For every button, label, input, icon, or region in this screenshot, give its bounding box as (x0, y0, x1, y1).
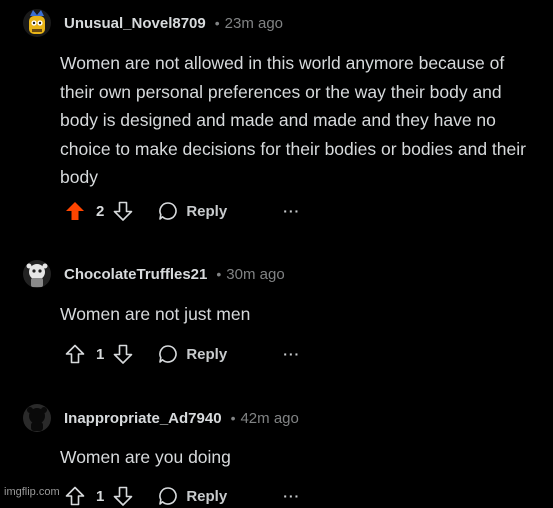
snoo-yellow-avatar-icon (23, 9, 51, 37)
reply-button[interactable]: Reply (158, 344, 227, 364)
vote-count: 1 (96, 487, 105, 505)
timestamp[interactable]: 42m ago (240, 410, 298, 427)
meta-separator: • (214, 15, 220, 31)
meta-separator: • (216, 266, 222, 282)
timestamp[interactable]: 30m ago (226, 266, 284, 283)
comment-body: Women are not allowed in this world anym… (60, 53, 526, 188)
reply-label: Reply (186, 345, 228, 363)
upvote-icon[interactable] (64, 200, 86, 222)
reply-label: Reply (186, 487, 228, 505)
comment-bubble-icon (159, 202, 178, 220)
comment-bubble-icon (159, 487, 178, 505)
downvote-icon[interactable] (112, 200, 134, 222)
more-options-button[interactable]: ··· (283, 203, 300, 219)
comment-body: Women are you doing (60, 447, 231, 467)
comment-header: Inappropriate_Ad7940 • 42m ago (22, 403, 299, 433)
more-options-button[interactable]: ··· (283, 346, 300, 362)
comment-actions: 1 Reply ··· (64, 342, 300, 366)
username[interactable]: ChocolateTruffles21 (64, 266, 207, 283)
vote-count: 2 (96, 202, 105, 220)
timestamp[interactable]: 23m ago (225, 15, 283, 32)
downvote-icon[interactable] (112, 343, 134, 365)
comment-body: Women are not just men (60, 304, 251, 324)
reply-label: Reply (186, 202, 228, 220)
reply-button[interactable]: Reply (158, 486, 227, 506)
user-avatar[interactable] (22, 8, 52, 38)
more-options-button[interactable]: ··· (283, 488, 300, 504)
upvote-icon[interactable] (64, 343, 86, 365)
user-avatar[interactable] (22, 259, 52, 289)
comment-actions: 2 Reply ··· (64, 199, 300, 223)
reply-button[interactable]: Reply (158, 201, 227, 221)
comment-header: ChocolateTruffles21 • 30m ago (22, 259, 285, 289)
upvote-icon[interactable] (64, 485, 86, 507)
downvote-icon[interactable] (112, 485, 134, 507)
comment-actions: 1 Reply ··· (64, 484, 300, 508)
username[interactable]: Inappropriate_Ad7940 (64, 410, 222, 427)
username[interactable]: Unusual_Novel8709 (64, 15, 206, 32)
snoo-gray-avatar-icon (23, 260, 51, 288)
imgflip-watermark: imgflip.com (4, 486, 60, 498)
user-avatar[interactable] (22, 403, 52, 433)
snoo-black-avatar-icon (23, 404, 51, 432)
comment-bubble-icon (159, 345, 178, 363)
meta-separator: • (230, 410, 236, 426)
vote-count: 1 (96, 345, 105, 363)
comment-header: Unusual_Novel8709 • 23m ago (22, 8, 283, 38)
